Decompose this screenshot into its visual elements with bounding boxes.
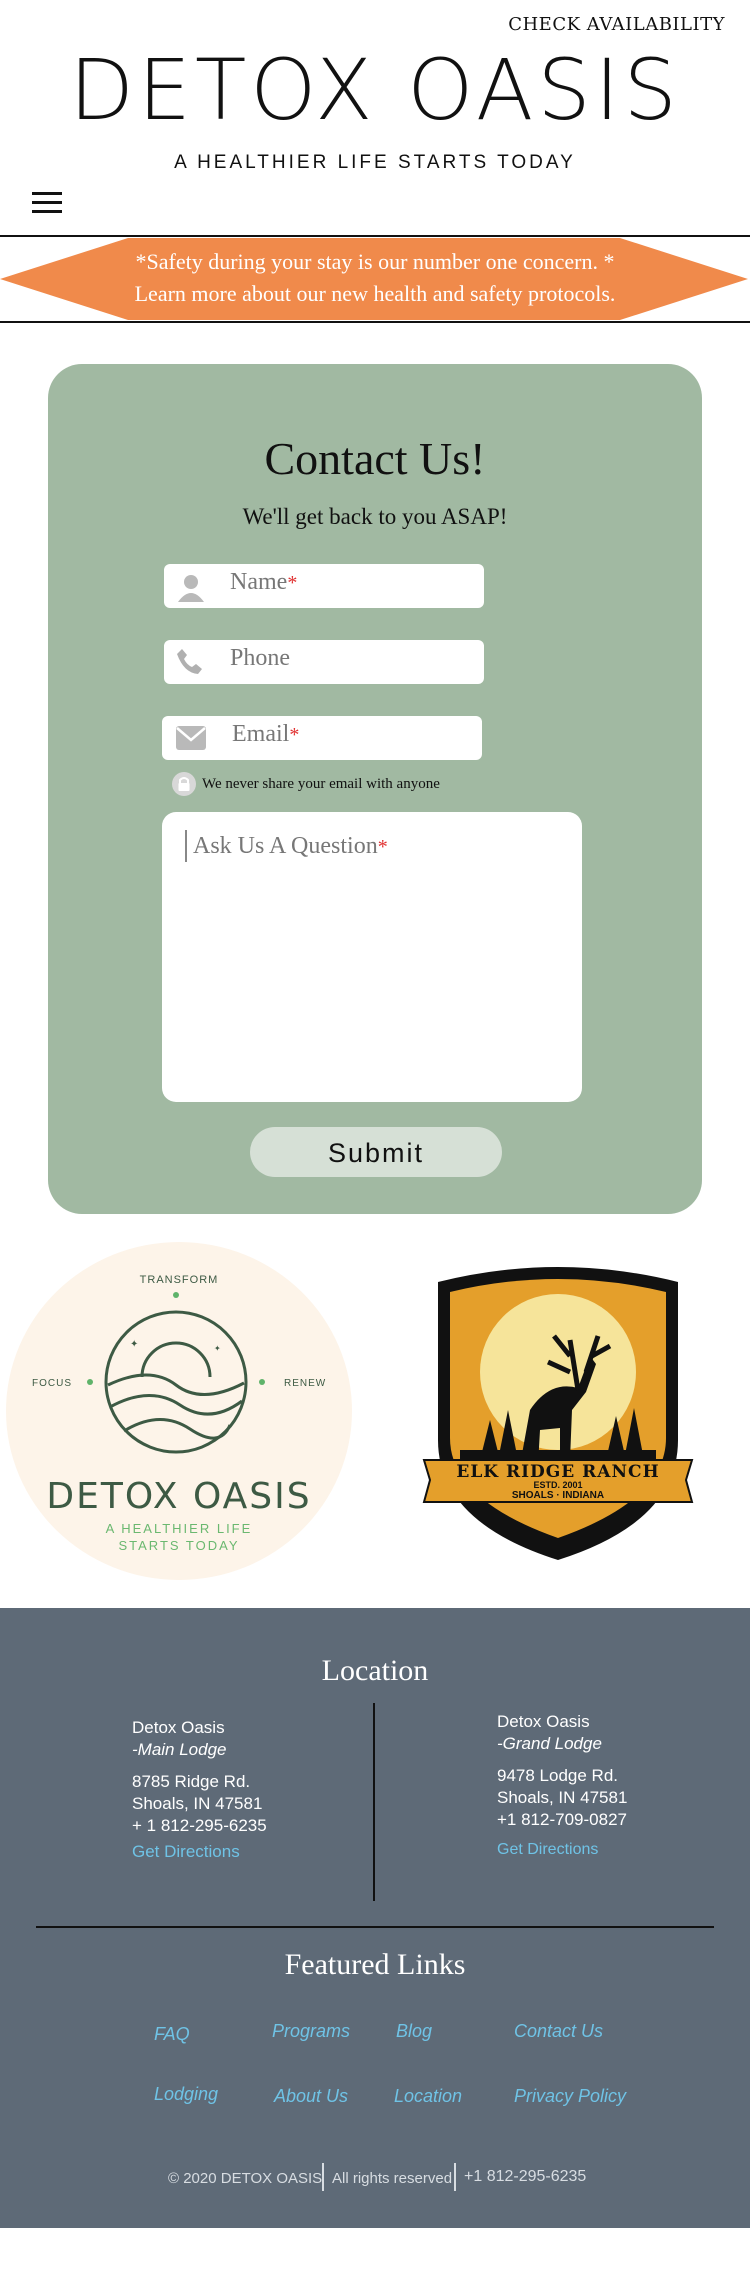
main-get-directions-link[interactable]: Get Directions — [132, 1841, 267, 1863]
footer — [0, 1608, 750, 2228]
main-lodge-label: -Main Lodge — [132, 1740, 227, 1759]
svg-text:✦: ✦ — [214, 1344, 221, 1353]
contact-subtitle: We'll get back to you ASAP! — [242, 504, 508, 529]
logo-renew: RENEW — [284, 1378, 327, 1389]
grand-lodge-address: Detox Oasis -Grand Lodge 9478 Lodge Rd. … — [497, 1711, 627, 1861]
main-lodge-name: Detox Oasis — [132, 1718, 225, 1737]
footer-link-contact-us[interactable]: Contact Us — [514, 2021, 603, 2042]
email-label: Email* — [232, 721, 300, 747]
phone-field[interactable] — [164, 640, 484, 684]
footer-link-blog[interactable]: Blog — [396, 2021, 432, 2042]
banner-line-1: *Safety during your stay is our number o… — [135, 249, 615, 274]
grand-lodge-city: Shoals, IN 47581 — [497, 1788, 628, 1807]
submit-button[interactable]: Submit — [250, 1127, 502, 1177]
banner-line-2[interactable]: Learn more about our new health and safe… — [0, 281, 750, 307]
copyright-separator-1 — [322, 2163, 324, 2191]
grand-lodge-phone: +1 812-709-0827 — [497, 1810, 627, 1829]
copyright-separator-2 — [454, 2163, 456, 2191]
location-title: Location — [321, 1654, 429, 1687]
rights-reserved: All rights reserved — [332, 2170, 453, 2187]
brand-tagline: A HEALTHIER LIFE STARTS TODAY — [174, 152, 576, 173]
question-label: Ask Us A Question* — [193, 833, 388, 859]
oasis-emblem-icon: ✦ ✦ — [87, 1292, 265, 1454]
elk-estd: ESTD. 2001 — [533, 1480, 583, 1490]
person-icon — [176, 572, 206, 602]
main-lodge-city: Shoals, IN 47581 — [132, 1794, 263, 1813]
main-lodge-street: 8785 Ridge Rd. — [132, 1772, 251, 1791]
main-lodge-address: Detox Oasis -Main Lodge 8785 Ridge Rd. S… — [132, 1717, 267, 1863]
logo-name: DETOX OASIS — [46, 1476, 312, 1517]
name-field[interactable] — [164, 564, 484, 608]
grand-lodge-street: 9478 Lodge Rd. — [497, 1766, 618, 1785]
logo-tag-1: A HEALTHIER LIFE — [105, 1521, 253, 1536]
elk-place: SHOALS · INDIANA — [511, 1490, 605, 1501]
text-cursor — [185, 830, 187, 862]
check-availability-link[interactable]: CHECK AVAILABILITY — [508, 14, 725, 35]
envelope-icon — [176, 726, 206, 750]
privacy-note: We never share your email with anyone — [202, 776, 440, 792]
header-divider — [0, 235, 750, 237]
logo-tag-2: STARTS TODAY — [118, 1538, 240, 1553]
grand-lodge-label: -Grand Lodge — [497, 1734, 602, 1753]
footer-link-about-us[interactable]: About Us — [274, 2086, 348, 2107]
address-divider — [373, 1703, 375, 1901]
elk-ridge-ranch-logo — [422, 1267, 694, 1560]
logo-focus: FOCUS — [32, 1378, 72, 1389]
phone-icon — [174, 646, 204, 676]
banner-divider — [0, 321, 750, 323]
phone-label: Phone — [230, 645, 290, 671]
contact-title: Contact Us! — [264, 433, 486, 484]
name-label: Name* — [230, 569, 298, 595]
svg-text:✦: ✦ — [130, 1339, 138, 1350]
elk-name: ELK RIDGE RANCH — [456, 1462, 660, 1482]
lock-icon — [172, 772, 196, 796]
copyright: © 2020 DETOX OASIS — [168, 2170, 323, 2187]
footer-divider — [36, 1926, 714, 1928]
footer-link-faq[interactable]: FAQ — [154, 2024, 190, 2045]
footer-link-lodging[interactable]: Lodging — [154, 2084, 218, 2105]
grand-get-directions-link[interactable]: Get Directions — [497, 1839, 627, 1861]
footer-link-privacy-policy[interactable]: Privacy Policy — [514, 2086, 626, 2107]
email-field[interactable] — [162, 716, 482, 760]
main-lodge-phone: + 1 812-295-6235 — [132, 1816, 267, 1835]
hamburger-icon[interactable] — [32, 192, 62, 214]
footer-phone[interactable]: +1 812-295-6235 — [464, 2168, 586, 2186]
featured-links-title: Featured Links — [284, 1948, 466, 1981]
footer-link-programs[interactable]: Programs — [272, 2021, 350, 2042]
brand-title[interactable]: DETOX OASIS — [0, 48, 750, 132]
footer-link-location[interactable]: Location — [394, 2086, 462, 2107]
grand-lodge-name: Detox Oasis — [497, 1712, 590, 1731]
